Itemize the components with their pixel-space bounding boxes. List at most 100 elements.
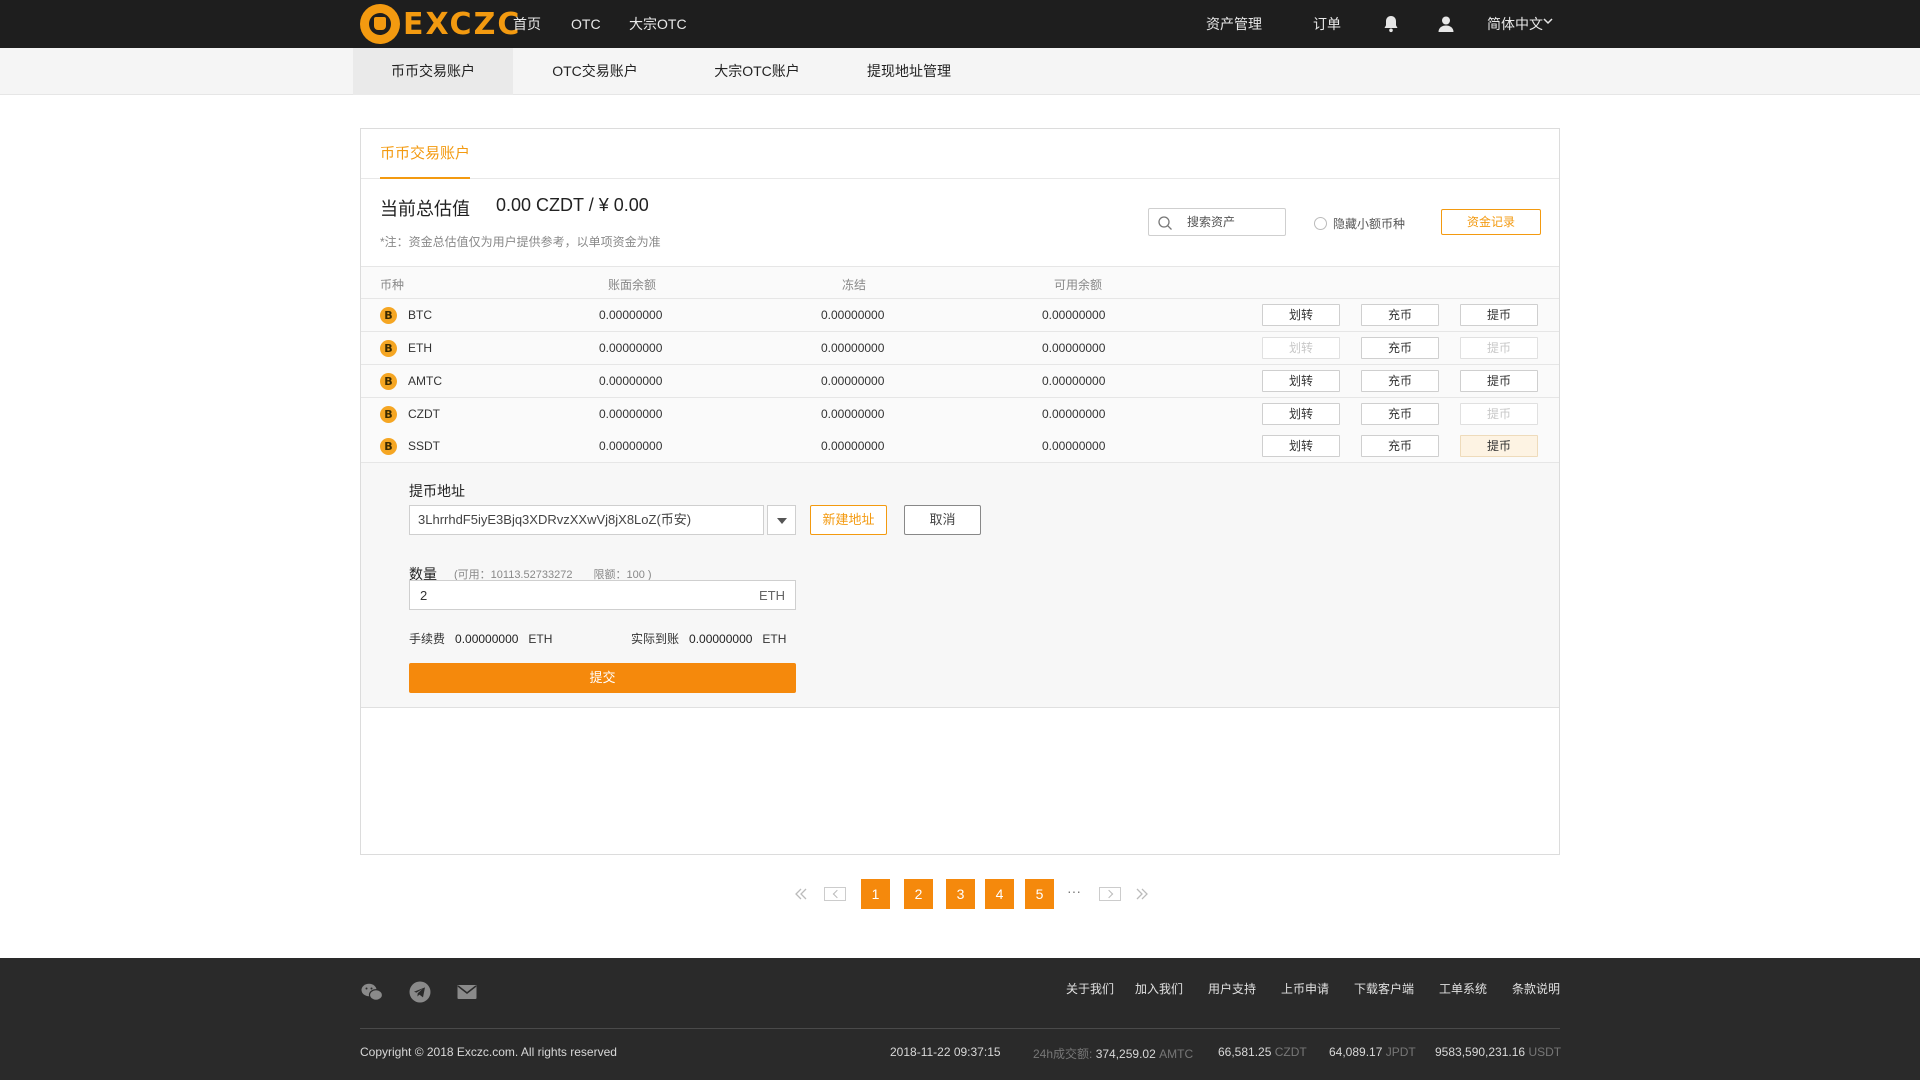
- withdraw-button[interactable]: 提币: [1460, 304, 1538, 326]
- bell-icon[interactable]: [1381, 14, 1401, 34]
- balance-cell: 0.00000000: [599, 374, 663, 388]
- fee-value: 0.00000000: [455, 632, 519, 646]
- cancel-button[interactable]: 取消: [904, 505, 981, 535]
- footer-ticket[interactable]: 工单系统: [1439, 980, 1487, 997]
- top-navbar: EXCZC 首页 OTC 大宗OTC 资产管理 订单 简体中文: [0, 0, 1920, 48]
- nav-otc[interactable]: OTC: [571, 0, 601, 48]
- frozen-cell: 0.00000000: [821, 407, 885, 421]
- available-cell: 0.00000000: [1042, 308, 1106, 322]
- page-4[interactable]: 4: [985, 879, 1014, 909]
- footer-support[interactable]: 用户支持: [1208, 980, 1256, 997]
- frozen-cell: 0.00000000: [821, 308, 885, 322]
- coin-name: ETH: [408, 341, 432, 355]
- withdraw-button[interactable]: 提币: [1460, 435, 1538, 457]
- user-icon[interactable]: [1436, 14, 1456, 34]
- nav-orders[interactable]: 订单: [1313, 0, 1341, 48]
- header-coin: 币种: [380, 278, 405, 292]
- transfer-button[interactable]: 划转: [1262, 370, 1340, 392]
- available-cell: 0.00000000: [1042, 407, 1106, 421]
- chevron-down-icon: [1542, 15, 1554, 27]
- next-page-button[interactable]: [1099, 887, 1121, 901]
- footer-volume-amtc: 24h成交额: 374,259.02 AMTC: [1033, 1045, 1193, 1062]
- available-cell: 0.00000000: [1042, 439, 1106, 453]
- footer-download[interactable]: 下载客户端: [1354, 980, 1414, 997]
- header-balance: 账面余额: [608, 278, 657, 292]
- stat-unit: USDT: [1528, 1045, 1562, 1059]
- withdraw-button[interactable]: 提币: [1460, 370, 1538, 392]
- withdraw-button[interactable]: 提币: [1460, 337, 1538, 359]
- stat-value: 66,581.25: [1218, 1045, 1272, 1059]
- footer-listing[interactable]: 上币申请: [1281, 980, 1329, 997]
- table-row: B BTC 0.00000000 0.00000000 0.00000000 划转 充币 提币: [361, 299, 1559, 332]
- nav-asset-management[interactable]: 资产管理: [1206, 0, 1262, 48]
- last-page-icon[interactable]: [1135, 887, 1149, 904]
- deposit-button[interactable]: 充币: [1361, 370, 1439, 392]
- deposit-button[interactable]: 充币: [1361, 337, 1439, 359]
- footer-stat-usdt: 9583,590,231.16 USDT: [1435, 1045, 1561, 1059]
- card-tab-spot[interactable]: 币币交易账户: [380, 129, 471, 179]
- transfer-button[interactable]: 划转: [1262, 304, 1340, 326]
- subtab-bulk-otc-account[interactable]: 大宗OTC账户: [682, 48, 832, 95]
- total-valuation-value: 0.00 CZDT / ¥ 0.00: [496, 195, 649, 215]
- transfer-button[interactable]: 划转: [1262, 337, 1340, 359]
- search-input[interactable]: [1187, 212, 1282, 232]
- stat-value: 374,259.02: [1095, 1047, 1156, 1061]
- coin-icon: B: [380, 438, 397, 455]
- header-available: 可用余额: [1054, 278, 1103, 292]
- prev-page-button[interactable]: [824, 887, 846, 901]
- deposit-button[interactable]: 充币: [1361, 403, 1439, 425]
- first-page-icon[interactable]: [794, 887, 808, 904]
- subtab-withdraw-address[interactable]: 提现地址管理: [834, 48, 984, 95]
- language-label: 简体中文: [1487, 16, 1543, 32]
- available-cell: 0.00000000: [1042, 341, 1106, 355]
- telegram-icon[interactable]: [408, 980, 432, 1004]
- hide-small-radio[interactable]: [1314, 217, 1327, 230]
- fee-unit: ETH: [528, 632, 553, 646]
- new-address-button[interactable]: 新建地址: [810, 505, 887, 535]
- balance-cell: 0.00000000: [599, 341, 663, 355]
- table-row: B AMTC 0.00000000 0.00000000 0.00000000 划转 充币提…: [361, 365, 1559, 398]
- subtab-otc-account[interactable]: OTC交易账户: [520, 48, 670, 95]
- transfer-button[interactable]: 划转: [1262, 403, 1340, 425]
- nav-home[interactable]: 首页: [513, 0, 541, 48]
- stat-unit: AMTC: [1159, 1047, 1194, 1061]
- deposit-button[interactable]: 充币: [1361, 304, 1439, 326]
- fee-label: 手续费: [409, 632, 446, 646]
- withdraw-button[interactable]: 提币: [1460, 403, 1538, 425]
- account-card: 币币交易账户 当前总估值 0.00 CZDT / ¥ 0.00 *注：资金总估值…: [360, 128, 1560, 855]
- deposit-button[interactable]: 充币: [1361, 435, 1439, 457]
- brand-name: EXCZC: [403, 6, 522, 42]
- footer-about[interactable]: 关于我们: [1066, 980, 1114, 997]
- coin-icon: B: [380, 307, 397, 324]
- quantity-field[interactable]: 2 ETH: [409, 580, 796, 610]
- account-subnav: 币币交易账户 OTC交易账户 大宗OTC账户 提现地址管理: [0, 48, 1920, 95]
- wechat-icon[interactable]: [360, 980, 384, 1004]
- actual-value: 0.00000000: [689, 632, 753, 646]
- withdraw-address-select[interactable]: 3LhrrhdF5iyE3Bjq3XDRvzXXwVj8jX8LoZ(币安): [409, 505, 764, 535]
- stat-value: 9583,590,231.16: [1435, 1045, 1526, 1059]
- footer-terms[interactable]: 条款说明: [1512, 980, 1560, 997]
- footer-join[interactable]: 加入我们: [1135, 980, 1183, 997]
- submit-button[interactable]: 提交: [409, 663, 796, 693]
- stat-unit: CZDT: [1274, 1045, 1307, 1059]
- transfer-button[interactable]: 划转: [1262, 435, 1340, 457]
- nav-bulk-otc[interactable]: 大宗OTC: [629, 0, 687, 48]
- page-3[interactable]: 3: [946, 879, 975, 909]
- search-icon: [1157, 215, 1173, 231]
- brand-logo[interactable]: EXCZC: [360, 4, 521, 44]
- email-icon[interactable]: [455, 980, 479, 1004]
- fund-record-button[interactable]: 资金记录: [1441, 209, 1541, 235]
- asset-search[interactable]: [1148, 208, 1286, 236]
- balance-cell: 0.00000000: [599, 407, 663, 421]
- page-2[interactable]: 2: [904, 879, 933, 909]
- table-row: B SSDT 0.00000000 0.00000000 0.00000000 划转 充币提…: [361, 430, 1559, 463]
- address-dropdown-button[interactable]: [767, 505, 796, 535]
- hide-small-toggle[interactable]: 隐藏小额币种: [1314, 215, 1405, 232]
- subtab-spot-account[interactable]: 币币交易账户: [353, 48, 513, 95]
- logo-icon: [360, 4, 400, 44]
- language-selector[interactable]: 简体中文: [1487, 0, 1543, 48]
- page-1[interactable]: 1: [861, 879, 890, 909]
- coin-icon: B: [380, 406, 397, 423]
- volume-label: 24h成交额:: [1033, 1047, 1093, 1061]
- page-5[interactable]: 5: [1025, 879, 1054, 909]
